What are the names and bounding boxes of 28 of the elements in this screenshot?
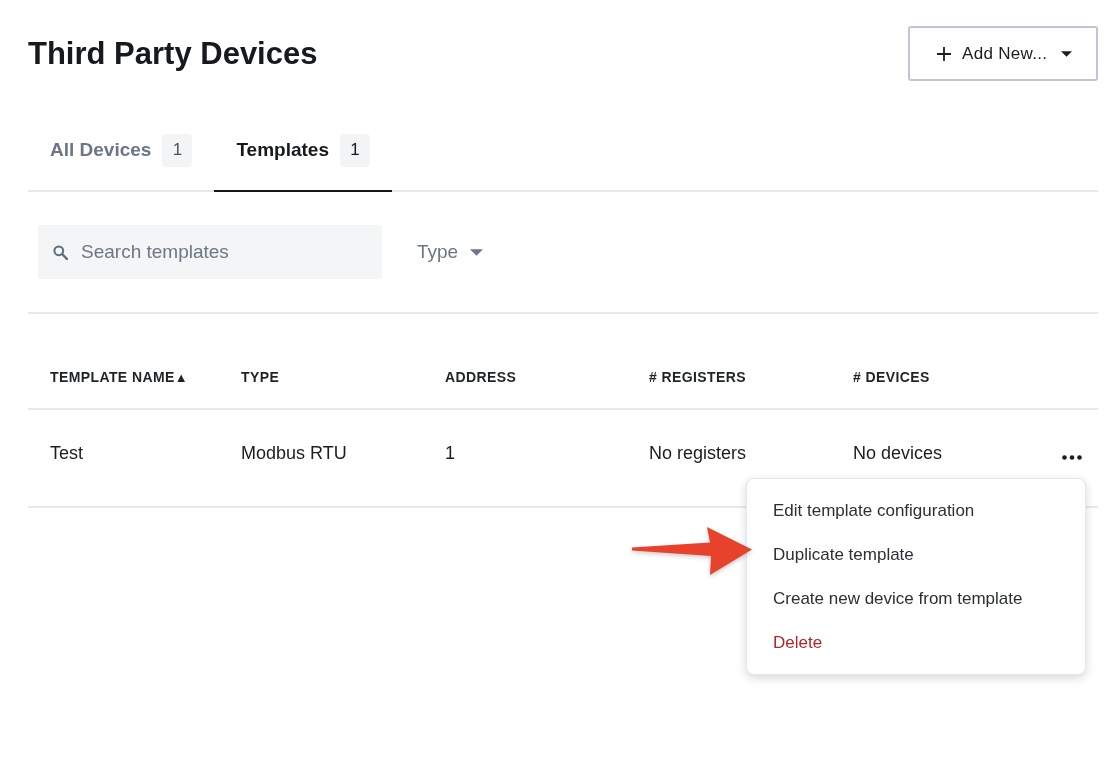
caret-icon: [1061, 50, 1072, 57]
tab[interactable]: Templates 1: [214, 110, 392, 192]
search-field[interactable]: Search templates: [38, 225, 382, 279]
table-cell-text: Modbus RTU: [240, 442, 348, 465]
column-header[interactable]: TEMPLATE NAME▲: [28, 369, 219, 385]
caret-icon: [470, 248, 484, 256]
arrow-icon: [630, 525, 754, 577]
column-header[interactable]: ADDRESS: [423, 369, 627, 385]
tab[interactable]: All Devices 1: [28, 110, 215, 192]
table-cell-text: Test: [49, 442, 84, 465]
search-icon: [53, 245, 68, 260]
menu-item[interactable]: Duplicate template: [747, 533, 1085, 577]
add-new-button[interactable]: Add New...: [908, 26, 1098, 81]
count-badge: 1: [340, 133, 370, 167]
menu-item[interactable]: Delete: [747, 621, 1085, 665]
column-header[interactable]: # DEVICES: [831, 369, 1040, 385]
column-header[interactable]: TYPE: [219, 369, 423, 385]
type-filter-dropdown[interactable]: Type: [417, 241, 484, 263]
column-header[interactable]: # REGISTERS: [627, 369, 831, 385]
menu-item[interactable]: Edit template configuration: [747, 489, 1085, 533]
plus-icon: [937, 46, 951, 61]
page-title: Third Party Devices: [28, 35, 318, 72]
table-cell-text: No registers: [648, 442, 748, 465]
count-badge: 1: [162, 133, 193, 167]
table-cell-text: No devices: [852, 442, 944, 465]
table-cell-text: 1: [444, 442, 456, 465]
menu-item[interactable]: Create new device from template: [747, 577, 1085, 621]
more-options-icon[interactable]: [1062, 454, 1082, 460]
